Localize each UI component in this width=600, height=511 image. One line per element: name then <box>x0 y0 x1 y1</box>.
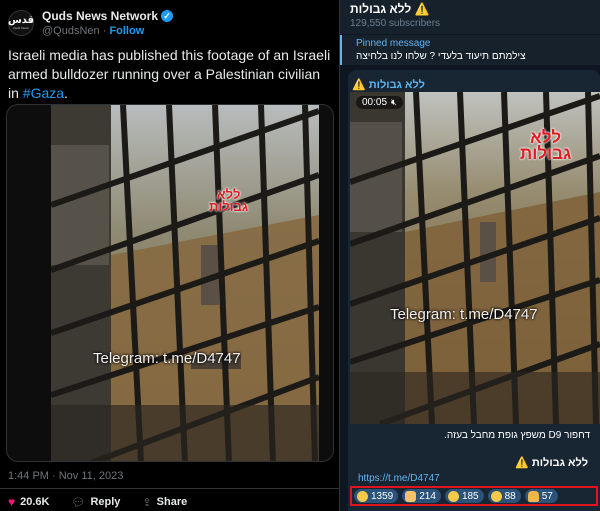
reaction-count: 214 <box>419 490 436 502</box>
share-button[interactable]: ⇪ Share <box>142 496 187 509</box>
pinned-text: צילמתם תיעוד בלעדי ? שלחו לנו בלחיצה <box>356 51 526 62</box>
heart-eyes-emoji-icon <box>447 490 459 502</box>
video-time: 00:05 <box>362 97 388 108</box>
reaction-pray[interactable]: 57 <box>524 489 558 503</box>
follow-button[interactable]: Follow <box>109 25 144 37</box>
reply-button[interactable]: 💬︎ Reply <box>71 496 120 509</box>
pray-emoji-icon <box>527 490 539 502</box>
channel-title: ללא גבולות ⚠️ <box>350 2 430 16</box>
reaction-clapping[interactable]: 214 <box>402 489 441 503</box>
reply-icon: 💬︎ <box>71 496 86 509</box>
share-icon: ⇪ <box>142 496 152 509</box>
party-emoji-icon <box>490 490 502 502</box>
author-name[interactable]: Quds News Network <box>42 9 158 23</box>
reaction-count: 88 <box>504 490 516 502</box>
video-frame-scene <box>51 105 319 461</box>
reaction-count: 1359 <box>371 490 394 502</box>
laughing-emoji-icon <box>357 490 368 502</box>
clapping-emoji-icon <box>405 490 417 502</box>
avatar-logo-text: قدس <box>7 15 35 26</box>
video-watermark: Telegram: t.me/D4747 <box>93 350 241 367</box>
tweet-text-end: . <box>64 85 68 101</box>
pinned-message[interactable]: Pinned message צילמתם תיעוד בלעדי ? שלחו… <box>340 35 600 65</box>
logo-bottom-text: גבולות <box>209 199 249 215</box>
post-signature: ללא גבולות ⚠️ <box>515 457 588 469</box>
channel-header[interactable]: ללא גבולות ⚠️ 129,550 subscribers <box>340 0 600 34</box>
tweet-timestamp[interactable]: 1:44 PM · Nov 11, 2023 <box>8 470 123 482</box>
logo-bottom-text: גבולות <box>520 144 572 164</box>
reaction-count: 57 <box>541 490 553 502</box>
video-watermark: Telegram: t.me/D4747 <box>390 306 538 323</box>
reply-label: Reply <box>90 496 121 508</box>
reaction-heart-eyes[interactable]: 185 <box>444 489 484 503</box>
divider <box>0 488 340 489</box>
tweet-text: Israeli media has published this footage… <box>8 46 334 103</box>
video-timer[interactable]: 00:05 🔇︎ <box>356 96 403 109</box>
telegram-panel: ללא גבולות ⚠️ 129,550 subscribers Pinned… <box>340 0 600 511</box>
video-channel-logo: ללא גבולות <box>520 129 572 164</box>
heart-icon: ♥ <box>8 495 16 509</box>
hashtag-link[interactable]: #Gaza <box>23 85 64 101</box>
tweet-actions: ♥ 20.6K 💬︎ Reply ⇪ Share <box>8 495 209 509</box>
reaction-count: 185 <box>461 490 479 502</box>
like-button[interactable]: ♥ 20.6K <box>8 495 49 509</box>
post-caption: דחפור D9 משפץ גופת מחבל בעזה. <box>444 430 590 441</box>
separator-dot: · <box>102 25 107 37</box>
avatar-small-text: Quds News <box>13 26 29 30</box>
post-channel-name[interactable]: ללא גבולות ⚠️ <box>352 78 425 91</box>
avatar[interactable]: قدس Quds News <box>8 10 34 36</box>
post-video[interactable]: ללא גבולות Telegram: t.me/D4747 <box>350 92 600 424</box>
mute-icon[interactable]: 🔇︎ <box>391 97 397 108</box>
reaction-laughing[interactable]: 1359 <box>354 489 399 503</box>
reaction-party[interactable]: 88 <box>487 489 521 503</box>
tweet-video-frame[interactable]: ללא גבולות Telegram: t.me/D4747 <box>51 105 319 461</box>
author-handle[interactable]: @QudsNen <box>42 25 100 37</box>
share-label: Share <box>156 496 188 508</box>
pinned-label: Pinned message <box>356 38 431 49</box>
tweet-header: قدس Quds News Quds News Network ✓ @QudsN… <box>8 6 174 40</box>
reactions-bar: 1359 214 185 88 57 <box>350 486 598 506</box>
like-count: 20.6K <box>20 496 50 508</box>
tweet-video[interactable]: ללא גבולות Telegram: t.me/D4747 <box>6 104 334 462</box>
video-channel-logo: ללא גבולות <box>209 188 249 215</box>
verified-badge-icon: ✓ <box>161 10 174 22</box>
subscriber-count: 129,550 subscribers <box>350 18 441 29</box>
tweet-card: قدس Quds News Quds News Network ✓ @QudsN… <box>0 0 340 511</box>
channel-link[interactable]: https://t.me/D4747 <box>358 473 440 484</box>
